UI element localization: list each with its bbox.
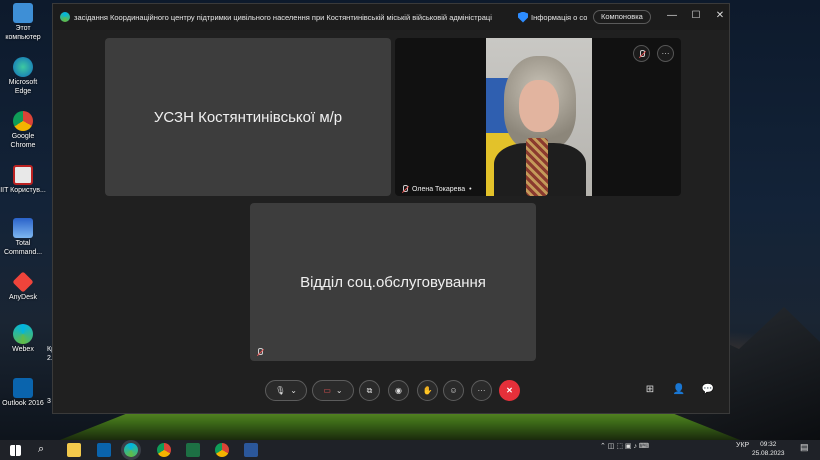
desktop-icon-iit[interactable]: IIT Користув... <box>0 165 46 196</box>
desktop-icon-webex[interactable]: Webex <box>0 324 46 355</box>
windows-icon[interactable] <box>10 445 21 456</box>
participant-tile[interactable]: Відділ соц.обслуговування <box>250 203 536 361</box>
reactions-button[interactable]: ☺ <box>443 380 464 401</box>
desktop-icon-total-commander[interactable]: Total Command... <box>0 218 46 257</box>
outlook-icon[interactable] <box>97 443 111 457</box>
camera-off-icon: ▭ <box>323 386 331 395</box>
chrome-icon <box>13 111 33 131</box>
more-button[interactable]: ··· <box>471 380 492 401</box>
anydesk-icon <box>12 271 34 293</box>
desktop-icon-edge[interactable]: Microsoft Edge <box>0 57 46 96</box>
word-icon[interactable] <box>244 443 258 457</box>
outlook-icon <box>13 378 33 398</box>
webex-icon <box>60 12 70 22</box>
language-indicator[interactable]: УКР <box>736 442 749 449</box>
window-title: засідання Координаційного центру підтрим… <box>74 12 492 22</box>
participant-name-tag: Олена Токарева • <box>401 185 472 193</box>
participant-video-tile[interactable]: ··· Олена Токарева • <box>395 38 681 196</box>
muted-mic-icon <box>401 185 408 193</box>
apps-icon[interactable]: ⊞ <box>643 384 657 398</box>
face <box>519 80 559 132</box>
minimize-button[interactable]: — <box>665 10 679 21</box>
date: 25.08.2023 <box>752 449 785 457</box>
excel-icon[interactable] <box>186 443 200 457</box>
chrome-icon[interactable] <box>157 443 171 457</box>
participant-tile[interactable]: УСЗН Костянтинівської м/р <box>105 38 391 196</box>
computer-icon <box>13 3 33 23</box>
iit-icon <box>13 165 33 185</box>
participant-name: Олена Токарева <box>412 185 466 193</box>
title-bar: засідання Координаційного центру підтрим… <box>53 4 729 30</box>
participant-name: Відділ соц.обслуговування <box>300 273 486 291</box>
participant-name: УСЗН Костянтинівської м/р <box>153 108 343 126</box>
chat-icon[interactable]: 💬 <box>701 384 715 398</box>
scarf <box>526 138 548 196</box>
desktop-icon-chrome[interactable]: Google Chrome <box>0 111 46 150</box>
share-icon: ⧉ <box>366 385 373 395</box>
maximize-button[interactable]: ☐ <box>689 10 703 21</box>
muted-mic-icon <box>256 348 263 356</box>
file-explorer-icon[interactable] <box>67 443 81 457</box>
stop-video-button[interactable]: ▭ ⌄ <box>312 380 354 401</box>
participant-video <box>486 38 592 196</box>
total-commander-icon <box>13 218 33 238</box>
taskbar: ⌕ ⌃ ◫ ⬚ ▣ ♪ ⌨ УКР 09:32 25.08.2023 ▤ <box>0 440 820 460</box>
mic-icon: 🎙 <box>275 386 286 395</box>
raise-hand-icon: ✋ <box>422 386 433 395</box>
reactions-icon: ☺ <box>449 386 458 395</box>
share-button[interactable]: ⧉ <box>359 380 380 401</box>
record-icon: ◉ <box>395 386 402 395</box>
security-shield-icon[interactable] <box>518 11 528 23</box>
more-options-button[interactable]: ··· <box>657 45 674 62</box>
desktop-icon-anydesk[interactable]: AnyDesk <box>0 271 46 303</box>
notifications-icon[interactable]: ▤ <box>800 442 809 453</box>
chevron-down-icon: ⌄ <box>335 386 343 395</box>
mute-button[interactable]: 🎙 ⌄ <box>265 380 307 401</box>
system-tray-icons[interactable]: ⌃ ◫ ⬚ ▣ ♪ ⌨ <box>600 442 649 450</box>
raise-hand-button[interactable]: ✋ <box>417 380 438 401</box>
desktop-icon-this-pc[interactable]: Этот компьютер <box>0 3 46 42</box>
time: 09:32 <box>760 441 777 448</box>
end-call-button[interactable]: ✕ <box>499 380 520 401</box>
layout-button[interactable]: Компоновка <box>593 10 651 24</box>
webex-icon[interactable] <box>124 443 138 457</box>
chrome-icon[interactable] <box>215 443 229 457</box>
status-dot: • <box>469 185 472 193</box>
chevron-down-icon: ⌄ <box>290 386 297 395</box>
close-button[interactable]: ✕ <box>713 10 727 21</box>
participants-icon[interactable]: 👤 <box>672 384 686 398</box>
clock[interactable]: 09:32 25.08.2023 <box>752 441 785 458</box>
muted-mic-icon[interactable] <box>633 45 650 62</box>
edge-icon <box>13 57 33 77</box>
record-button[interactable]: ◉ <box>388 380 409 401</box>
webex-icon <box>13 324 33 344</box>
meeting-info-button[interactable]: Інформація о совещ... <box>531 13 587 22</box>
desktop-partial-label: 3 <box>47 398 51 405</box>
desktop-icon-outlook[interactable]: Outlook 2016 <box>0 378 46 409</box>
search-icon[interactable]: ⌕ <box>38 443 52 457</box>
webex-meeting-window: засідання Координаційного центру підтрим… <box>52 3 730 414</box>
